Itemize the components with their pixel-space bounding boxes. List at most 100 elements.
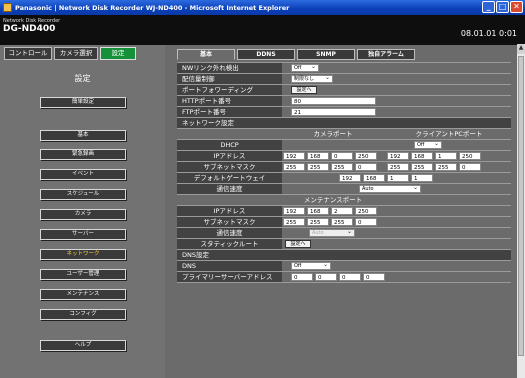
- sidebar-item-easy-setup[interactable]: 簡単設定: [40, 97, 126, 108]
- maint-speed-select: Auto: [309, 228, 355, 237]
- speed-select[interactable]: Auto: [359, 184, 421, 193]
- client-ip-octet-2[interactable]: 168: [411, 152, 433, 160]
- sidebar-item-network[interactable]: ネットワーク: [40, 249, 126, 260]
- camera-subnet-octet-3[interactable]: 255: [331, 163, 353, 171]
- dns-label: DNS: [177, 261, 282, 271]
- gateway-octet-1[interactable]: 192: [339, 174, 361, 182]
- form-row: NWリンク外れ検出 Off: [177, 63, 511, 74]
- scrollbar-thumb[interactable]: [518, 56, 524, 356]
- primary-dns-octet-2[interactable]: 0: [315, 273, 337, 281]
- sub-tabs: 基本 DDNS SNMP 独自アラーム: [177, 49, 415, 60]
- form-row: 通信速度 Auto: [177, 228, 511, 239]
- maximize-icon[interactable]: □: [496, 1, 509, 13]
- sidebar-item-server[interactable]: サーバー: [40, 229, 126, 240]
- gateway-octet-2[interactable]: 168: [363, 174, 385, 182]
- sidebar-item-camera[interactable]: カメラ: [40, 209, 126, 220]
- form-row: FTPポート番号 21: [177, 107, 511, 118]
- form-row: デフォルトゲートウェイ 192 168 1 1: [177, 173, 511, 184]
- nw-link-select[interactable]: Off: [291, 63, 319, 72]
- gateway-label: デフォルトゲートウェイ: [177, 173, 282, 183]
- tab-camera-select[interactable]: カメラ選択: [54, 47, 98, 60]
- client-subnet-octet-1[interactable]: 255: [387, 163, 409, 171]
- camera-ip-octet-3[interactable]: 0: [331, 152, 353, 160]
- client-ip-octet-3[interactable]: 1: [435, 152, 457, 160]
- camera-subnet-octet-4[interactable]: 0: [355, 163, 377, 171]
- delivery-label: 配信量制御: [177, 74, 282, 84]
- client-subnet-octet-2[interactable]: 255: [411, 163, 433, 171]
- form-row: サブネットマスク 255 255 255 0 255 255 255 0: [177, 162, 511, 173]
- port-forward-button[interactable]: 設定へ: [291, 86, 317, 94]
- camera-subnet-octet-1[interactable]: 255: [283, 163, 305, 171]
- maint-subnet-octet-1[interactable]: 255: [283, 218, 305, 226]
- sidebar-item-help[interactable]: ヘルプ: [40, 340, 126, 351]
- client-ip-octet-1[interactable]: 192: [387, 152, 409, 160]
- client-subnet-octet-4[interactable]: 0: [459, 163, 481, 171]
- dns-select[interactable]: Off: [291, 261, 331, 270]
- ftp-port-input[interactable]: 21: [291, 108, 376, 116]
- speed-label: 通信速度: [177, 184, 282, 194]
- camera-port-header: カメラポート: [313, 130, 353, 138]
- camera-ip-octet-4[interactable]: 250: [355, 152, 377, 160]
- camera-ip-octet-1[interactable]: 192: [283, 152, 305, 160]
- sidebar-title: 設定: [74, 74, 91, 83]
- maint-subnet-label: サブネットマスク: [177, 217, 282, 227]
- http-port-input[interactable]: 80: [291, 97, 376, 105]
- blank-label: [177, 129, 282, 139]
- tab-snmp[interactable]: SNMP: [297, 49, 355, 60]
- gateway-octet-4[interactable]: 1: [411, 174, 433, 182]
- camera-subnet-octet-2[interactable]: 255: [307, 163, 329, 171]
- tab-setup[interactable]: 設定: [100, 47, 136, 60]
- form-row: スタティックルート 設定へ: [177, 239, 511, 250]
- maint-ip-octet-3[interactable]: 2: [331, 207, 353, 215]
- minimize-icon[interactable]: _: [482, 1, 495, 13]
- main-tabs: コントロール カメラ選択 設定: [4, 47, 136, 60]
- gateway-octet-3[interactable]: 1: [387, 174, 409, 182]
- camera-ip-octet-2[interactable]: 168: [307, 152, 329, 160]
- maint-subnet-octet-3[interactable]: 255: [331, 218, 353, 226]
- client-subnet-octet-3[interactable]: 255: [435, 163, 457, 171]
- sidebar-item-user-management[interactable]: ユーザー管理: [40, 269, 126, 280]
- delivery-select[interactable]: 制限なし: [291, 74, 333, 83]
- blank-label: [177, 195, 282, 205]
- browser-icon: [3, 3, 12, 12]
- sidebar-item-basic[interactable]: 基本: [40, 130, 126, 141]
- primary-dns-octet-4[interactable]: 0: [363, 273, 385, 281]
- form-row: メンテナンスポート: [177, 195, 511, 206]
- tab-custom-alarm[interactable]: 独自アラーム: [357, 49, 415, 60]
- network-section-header: ネットワーク設定: [177, 118, 511, 129]
- form-row: HTTPポート番号 80: [177, 96, 511, 107]
- maint-ip-octet-4[interactable]: 250: [355, 207, 377, 215]
- sidebar-item-schedule[interactable]: スケジュール: [40, 189, 126, 200]
- dhcp-select[interactable]: Off: [414, 140, 442, 149]
- tab-basic[interactable]: 基本: [177, 49, 235, 60]
- client-ip-octet-4[interactable]: 250: [459, 152, 481, 160]
- window-controls: _ □ ✕: [482, 1, 523, 13]
- scroll-up-icon[interactable]: ▲: [517, 44, 525, 54]
- form-row: IPアドレス 192 168 0 250 192 168 1 250: [177, 151, 511, 162]
- close-icon[interactable]: ✕: [510, 1, 523, 13]
- form-row: カメラポート クライアントPCポート: [177, 129, 511, 140]
- form-row: サブネットマスク 255 255 255 0: [177, 217, 511, 228]
- primary-dns-octet-3[interactable]: 0: [339, 273, 361, 281]
- form-row: DNS Off: [177, 261, 511, 272]
- dhcp-label: DHCP: [177, 140, 282, 150]
- sidebar-item-emergency-record[interactable]: 緊急録画: [40, 149, 126, 160]
- static-route-label: スタティックルート: [177, 239, 282, 249]
- ftp-port-label: FTPポート番号: [177, 107, 282, 117]
- maint-subnet-octet-2[interactable]: 255: [307, 218, 329, 226]
- sidebar-item-config[interactable]: コンフィグ: [40, 309, 126, 320]
- port-forward-label: ポートフォワーディング: [177, 85, 282, 95]
- sidebar-item-event[interactable]: イベント: [40, 169, 126, 180]
- maint-ip-octet-1[interactable]: 192: [283, 207, 305, 215]
- app-header: Network Disk Recorder DG-ND400 08.01.01 …: [0, 15, 525, 45]
- dns-section-header: DNS設定: [177, 250, 511, 261]
- tab-ddns[interactable]: DDNS: [237, 49, 295, 60]
- maint-subnet-octet-4[interactable]: 0: [355, 218, 377, 226]
- vertical-scrollbar[interactable]: ▲: [517, 44, 525, 378]
- primary-dns-octet-1[interactable]: 0: [291, 273, 313, 281]
- sidebar-item-maintenance[interactable]: メンテナンス: [40, 289, 126, 300]
- tab-control[interactable]: コントロール: [4, 47, 52, 60]
- window-title: Panasonic | Network Disk Recorder WJ-ND4…: [15, 3, 290, 12]
- maint-ip-octet-2[interactable]: 168: [307, 207, 329, 215]
- static-route-button[interactable]: 設定へ: [285, 240, 311, 248]
